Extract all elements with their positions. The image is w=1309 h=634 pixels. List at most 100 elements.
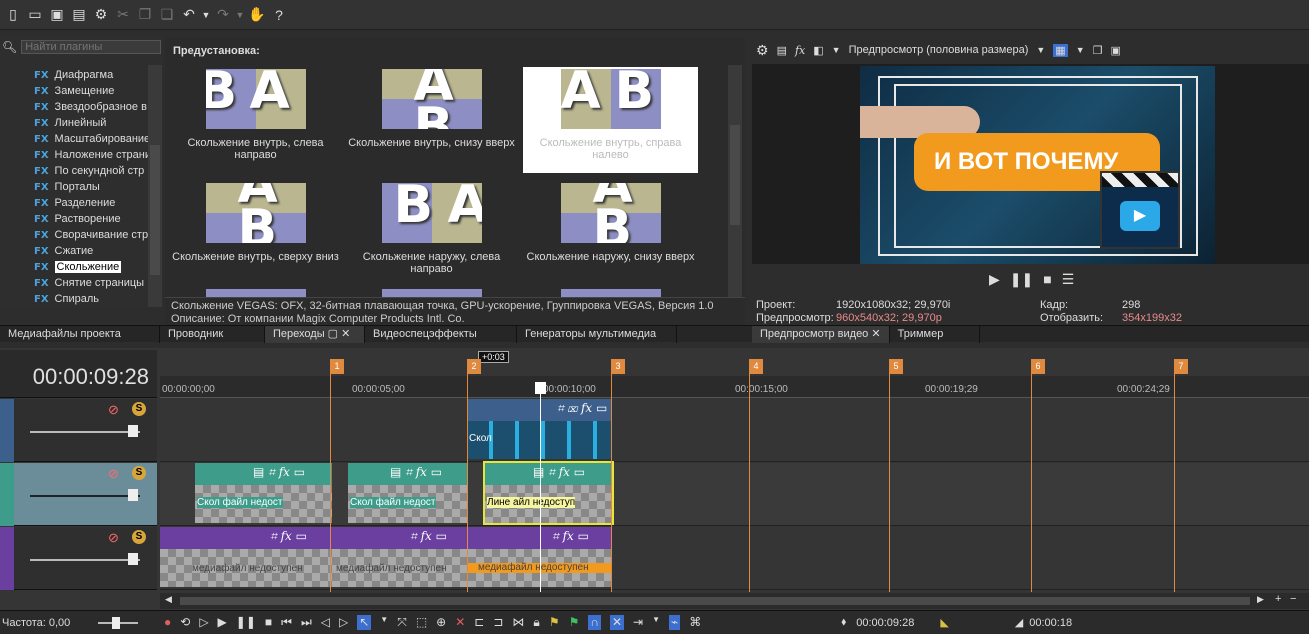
plugin-item[interactable]: FX Наложение страни	[0, 147, 148, 163]
marker-flag[interactable]: 4	[749, 359, 763, 374]
level-slider-thumb[interactable]	[128, 425, 138, 437]
pause-icon[interactable]: ❚❚	[1010, 271, 1033, 288]
hand-tool-icon[interactable]: ✋	[246, 4, 268, 26]
preset-item-partial[interactable]	[168, 289, 343, 297]
open-folder-icon[interactable]: ▭	[24, 4, 46, 26]
normal-edit-tool-icon[interactable]: ↖	[357, 615, 372, 630]
preset-item[interactable]: AB Скольжение наружу, снизу вверх	[523, 183, 698, 263]
copy-icon[interactable]: ❐	[134, 4, 156, 26]
tab-video-preview[interactable]: Предпросмотр видео ✕	[752, 325, 890, 343]
settings-gear-icon[interactable]: ⚙	[90, 4, 112, 26]
plugin-item[interactable]: FX Разделение	[0, 195, 148, 211]
plugin-item[interactable]: FX Спираль	[0, 291, 148, 307]
plugin-item[interactable]: FX Звездообразное в	[0, 99, 148, 115]
ripple-edit-icon[interactable]: ⇥	[633, 615, 643, 630]
maximize-icon[interactable]: ▢	[328, 328, 338, 340]
plugin-item[interactable]: FX Растворение	[0, 211, 148, 227]
split-icon[interactable]: ⋈	[512, 615, 524, 630]
undo-dropdown-icon[interactable]: ▼	[200, 4, 212, 26]
trim-start-icon[interactable]: ⊏	[474, 615, 484, 630]
solo-icon[interactable]: S	[132, 466, 146, 480]
preview-quality-label[interactable]: Предпросмотр (половина размера)	[849, 44, 1029, 56]
timeline-hscroll[interactable]: ◀ ▶ + −	[160, 593, 1309, 609]
tab-explorer[interactable]: Проводник	[160, 325, 265, 343]
selection-tool-icon[interactable]: ⬚	[416, 615, 427, 630]
save-as-icon[interactable]: ▤	[68, 4, 90, 26]
lock-envelopes-icon[interactable]: ⌁	[669, 615, 681, 630]
scroll-left-icon[interactable]: ◀	[165, 594, 172, 605]
video-clip-selected[interactable]: ▤ ⌗ fx ▭ Лине айл недоступ	[483, 461, 614, 525]
solo-icon[interactable]: S	[132, 530, 146, 544]
preset-item-selected[interactable]: AB Скольжение внутрь, справа налево	[523, 67, 698, 173]
plugin-item[interactable]: FX По секундной стр	[0, 163, 148, 179]
plugin-item[interactable]: FX Диафрагма	[0, 67, 148, 83]
tab-transitions[interactable]: Переходы ▢ ✕	[265, 325, 365, 343]
plugin-item[interactable]: FX Замещение	[0, 83, 148, 99]
plugin-item[interactable]: FX Сворачивание стр	[0, 227, 148, 243]
zoom-tool-icon[interactable]: ⊕	[436, 615, 446, 630]
redo-dropdown-icon[interactable]: ▼	[234, 4, 246, 26]
close-icon[interactable]: ✕	[341, 328, 350, 340]
video-clip[interactable]: ⌗ fx ▭ медиафайл недоступен	[332, 527, 468, 587]
envelope-tool-icon[interactable]: ⤧	[397, 615, 407, 630]
quality-dropdown-icon[interactable]: ▼	[1036, 45, 1045, 55]
loop-icon[interactable]: ⟲	[180, 615, 190, 630]
marker-flag[interactable]: 1	[330, 359, 344, 374]
stop-icon[interactable]: ■	[1043, 271, 1051, 288]
level-slider-thumb[interactable]	[128, 553, 138, 565]
level-slider-thumb[interactable]	[128, 489, 138, 501]
level-slider[interactable]	[30, 431, 140, 433]
preset-item[interactable]: AB Скольжение внутрь, снизу вверх	[344, 69, 519, 149]
pause-icon[interactable]: ❚❚	[236, 615, 256, 630]
close-icon[interactable]: ✕	[871, 328, 880, 340]
mute-icon[interactable]: ⊘	[108, 530, 119, 546]
preset-item-partial[interactable]	[523, 289, 698, 297]
fx-icon[interactable]: fx	[795, 44, 805, 57]
save-icon[interactable]: ▣	[46, 4, 68, 26]
tree-scroll-thumb[interactable]	[150, 145, 160, 275]
preset-item[interactable]: AB Скольжение внутрь, сверху вниз	[168, 183, 343, 263]
scroll-right-icon[interactable]: ▶	[1257, 594, 1264, 605]
track-header-2[interactable]: ⊘ S	[0, 463, 157, 526]
plugin-item[interactable]: FX Снятие страницы	[0, 275, 148, 291]
hscroll-thumb[interactable]	[180, 597, 1250, 605]
ripple-dropdown-icon[interactable]: ▼	[652, 615, 660, 630]
level-slider[interactable]	[30, 495, 140, 497]
region-insert-icon[interactable]: ⚑	[569, 615, 580, 630]
play-icon[interactable]: ▶	[989, 271, 1000, 288]
plugin-search-input[interactable]	[21, 40, 162, 54]
trim-end-icon[interactable]: ⊐	[493, 615, 503, 630]
preset-item-partial[interactable]	[344, 289, 519, 297]
redo-icon[interactable]: ↷	[212, 4, 234, 26]
preset-scroll-thumb[interactable]	[730, 125, 740, 225]
rate-slider-thumb[interactable]	[112, 616, 120, 629]
level-slider[interactable]	[30, 559, 140, 561]
play-icon[interactable]: ▶	[218, 615, 227, 630]
tree-scrollbar[interactable]	[148, 65, 162, 307]
preset-scrollbar[interactable]	[728, 65, 742, 297]
marker-flag[interactable]: 3	[611, 359, 625, 374]
new-file-icon[interactable]: ▯	[2, 4, 24, 26]
preset-item[interactable]: BA Скольжение наружу, слева направо	[344, 183, 519, 275]
plugin-item-selected[interactable]: FX Скольжение	[0, 259, 148, 275]
marker-flag[interactable]: 2	[467, 359, 481, 374]
plugin-item[interactable]: FX Порталы	[0, 179, 148, 195]
plugin-item[interactable]: FX Масштабирование	[0, 131, 148, 147]
rate-slider[interactable]	[98, 616, 138, 629]
preset-item[interactable]: BA Скольжение внутрь, слева направо	[168, 69, 343, 161]
record-icon[interactable]: ●	[164, 615, 171, 630]
grid-icon[interactable]: ▦	[1053, 43, 1068, 57]
help-icon[interactable]: ?	[268, 4, 290, 26]
lock-icon[interactable]: 🔒︎	[533, 615, 539, 630]
go-end-icon[interactable]: ⏭	[301, 615, 312, 630]
video-clip[interactable]: ▤ ⌗ fx ▭ Скол файл недост	[195, 463, 332, 523]
tab-media-generators[interactable]: Генераторы мультимедиа	[517, 325, 677, 343]
mute-icon[interactable]: ⊘	[108, 402, 119, 418]
mute-icon[interactable]: ⊘	[108, 466, 119, 482]
dropdown-icon[interactable]: ▼	[832, 45, 841, 55]
track-header-3[interactable]: ⊘ S	[0, 527, 157, 590]
go-start-icon[interactable]: ⏮	[281, 615, 292, 630]
marker-flag[interactable]: 5	[889, 359, 903, 374]
save-snapshot-icon[interactable]: ▣	[1111, 44, 1121, 57]
split-view-icon[interactable]: ◧	[813, 44, 823, 57]
